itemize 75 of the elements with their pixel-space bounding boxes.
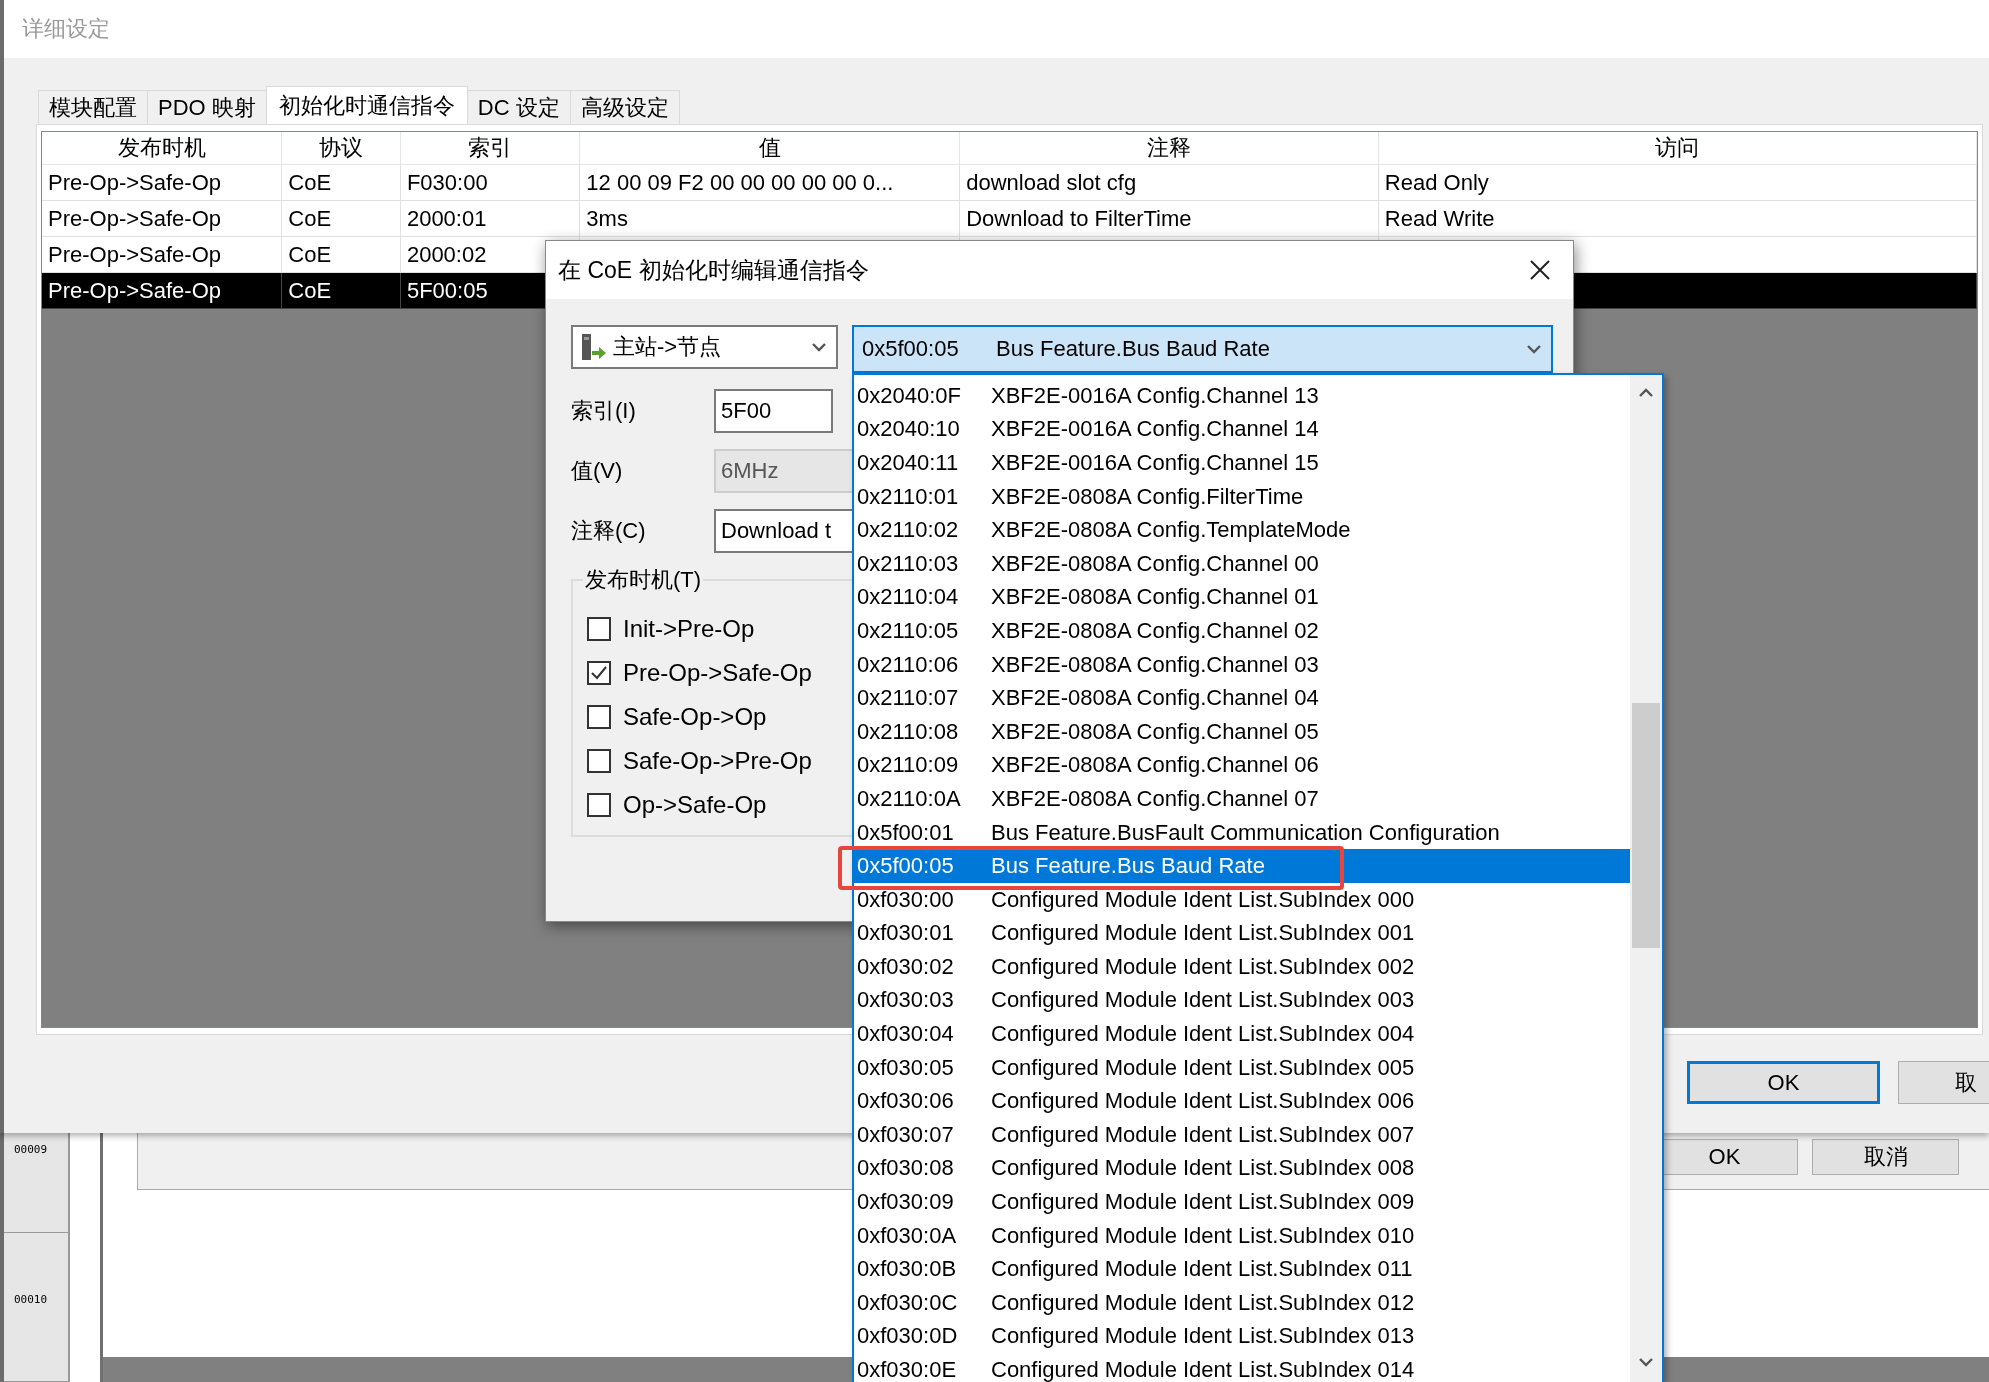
list-item[interactable]: 0xf030:07 Configured Module Ident List.SubIndex 007 — [854, 1118, 1630, 1152]
table-cell: CoE — [282, 165, 401, 201]
scroll-thumb[interactable] — [1632, 703, 1660, 948]
table-cell: F030:00 — [400, 165, 581, 201]
row-number: 00009 — [4, 1133, 70, 1233]
cancel-button[interactable]: 取消 — [1812, 1139, 1959, 1175]
list-item[interactable]: 0xf030:0C Configured Module Ident List.SubIndex 012 — [854, 1286, 1630, 1320]
list-item[interactable]: 0x2110:08 XBF2E-0808A Config.Channel 05 — [854, 714, 1630, 749]
cancel-button[interactable]: 取 — [1898, 1061, 1989, 1104]
checkbox-label: Safe-Op->Op — [623, 703, 767, 731]
column-header[interactable]: 发布时机 — [42, 132, 283, 165]
window-title: 详细设定 — [22, 15, 110, 43]
list-item[interactable]: 0x5f00:05 Bus Feature.Bus Baud Rate — [854, 849, 1630, 883]
table-cell: CoE — [282, 273, 401, 309]
table-cell: 3ms — [580, 201, 961, 237]
table-cell: Read Write — [1378, 201, 1977, 237]
list-item[interactable]: 0xf030:05 Configured Module Ident List.SubIndex 005 — [854, 1050, 1630, 1085]
table-cell: 2000:01 — [400, 201, 581, 237]
list-item[interactable]: 0xf030:01 Configured Module Ident List.SubIndex 001 — [854, 916, 1630, 951]
checkbox[interactable] — [587, 793, 611, 817]
tab[interactable]: 模块配置 — [38, 90, 148, 124]
index-dropdown[interactable]: 0x5f00:05 Bus Feature.Bus Baud Rate — [852, 325, 1553, 373]
list-item[interactable]: 0xf030:06 Configured Module Ident List.SubIndex 006 — [854, 1084, 1630, 1119]
checkbox-label: Op->Safe-Op — [623, 791, 767, 819]
column-header[interactable]: 协议 — [282, 132, 401, 165]
list-item[interactable]: 0x2110:06 XBF2E-0808A Config.Channel 03 — [854, 647, 1630, 682]
list-item[interactable]: 0xf030:08 Configured Module Ident List.SubIndex 008 — [854, 1151, 1630, 1186]
field-label: 注释(C) — [571, 517, 647, 545]
list-item[interactable]: 0x2110:04 XBF2E-0808A Config.Channel 01 — [854, 580, 1630, 615]
table-cell: download slot cfg — [960, 165, 1379, 201]
field-label: 索引(I) — [571, 397, 637, 425]
table-cell: Pre-Op->Safe-Op — [42, 273, 283, 309]
list-item[interactable]: 0xf030:02 Configured Module Ident List.SubIndex 002 — [854, 950, 1630, 984]
list-item[interactable]: 0x2110:05 XBF2E-0808A Config.Channel 02 — [854, 614, 1630, 648]
checkbox-label: Pre-Op->Safe-Op — [623, 659, 812, 687]
checkbox-label: Safe-Op->Pre-Op — [623, 747, 812, 775]
checkbox[interactable] — [587, 749, 611, 773]
checkbox[interactable] — [587, 617, 611, 641]
checkbox[interactable] — [587, 661, 611, 685]
table-cell: CoE — [282, 237, 401, 273]
table-cell: CoE — [282, 201, 401, 237]
list-item[interactable]: 0xf030:03 Configured Module Ident List.SubIndex 003 — [854, 983, 1630, 1018]
field-label: 值(V) — [571, 457, 624, 485]
table-cell: Download to FilterTime — [960, 201, 1379, 237]
list-item[interactable]: 0x2040:0F XBF2E-0016A Config.Channel 13 — [854, 379, 1630, 413]
list-item[interactable]: 0xf030:0A Configured Module Ident List.SubIndex 010 — [854, 1218, 1630, 1253]
column-header[interactable]: 值 — [580, 132, 961, 165]
column-header[interactable]: 访问 — [1378, 132, 1977, 165]
direction-dropdown[interactable]: 主站->节点 — [571, 325, 838, 369]
list-item[interactable]: 0xf030:04 Configured Module Ident List.SubIndex 004 — [854, 1017, 1630, 1051]
list-item[interactable]: 0xf030:0B Configured Module Ident List.SubIndex 011 — [854, 1252, 1630, 1287]
list-item[interactable]: 0x2110:09 XBF2E-0808A Config.Channel 06 — [854, 748, 1630, 783]
checkbox-label: Init->Pre-Op — [623, 615, 755, 643]
list-item[interactable]: 0x2110:07 XBF2E-0808A Config.Channel 04 — [854, 681, 1630, 715]
list-item[interactable]: 0x2110:0A XBF2E-0808A Config.Channel 07 — [854, 782, 1630, 816]
list-item[interactable]: 0x2040:10 XBF2E-0016A Config.Channel 14 — [854, 412, 1630, 447]
table-cell: 12 00 09 F2 00 00 00 00 00 0... — [580, 165, 961, 201]
device-arrow-icon — [581, 333, 607, 361]
tab[interactable]: 初始化时通信指令 — [265, 86, 468, 124]
tab[interactable]: 高级设定 — [569, 90, 680, 124]
scrollbar[interactable] — [1630, 375, 1662, 1382]
list-item[interactable]: 0xf030:0D Configured Module Ident List.SubIndex 013 — [854, 1319, 1630, 1354]
table-cell: Read Only — [1378, 165, 1977, 201]
list-item[interactable]: 0xf030:09 Configured Module Ident List.SubIndex 009 — [854, 1185, 1630, 1219]
table-cell: Pre-Op->Safe-Op — [42, 237, 283, 273]
list-item[interactable]: 0xf030:0E Configured Module Ident List.SubIndex 014 — [854, 1353, 1630, 1382]
table-cell: Pre-Op->Safe-Op — [42, 201, 283, 237]
checkbox[interactable] — [587, 705, 611, 729]
table-cell: Pre-Op->Safe-Op — [42, 165, 283, 201]
row-number: 00010 — [4, 1232, 70, 1382]
list-item[interactable]: 0x5f00:01 Bus Feature.BusFault Communication Configuration — [854, 815, 1630, 850]
column-header[interactable]: 注释 — [960, 132, 1379, 165]
column-header[interactable]: 索引 — [400, 132, 581, 165]
ok-button[interactable]: OK — [1687, 1061, 1880, 1104]
input-field[interactable]: 5F00 — [714, 389, 833, 433]
